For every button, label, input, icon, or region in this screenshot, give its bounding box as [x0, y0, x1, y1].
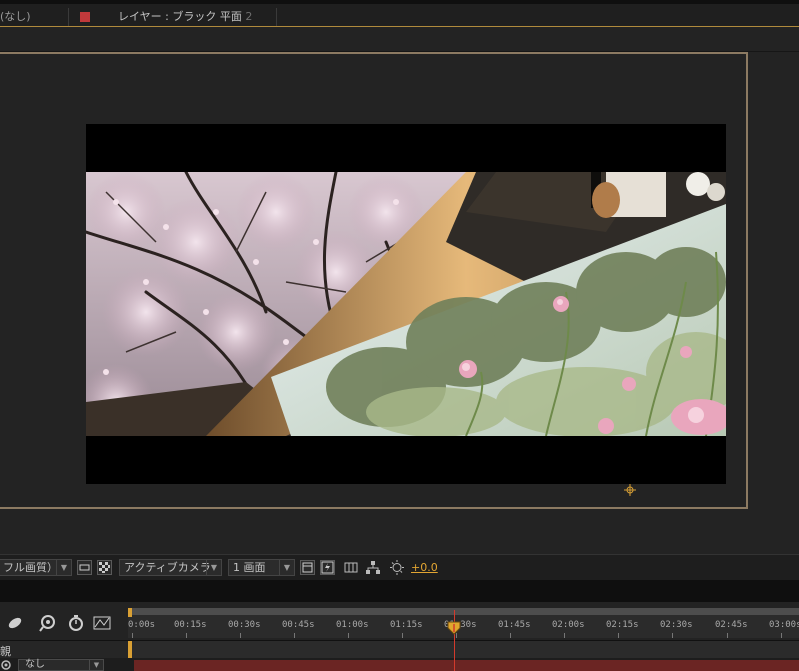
region-of-interest-icon[interactable]: [77, 560, 92, 575]
tick-mark: [727, 633, 728, 638]
timeline-track[interactable]: [128, 641, 799, 658]
app-window: (なし) レイヤー : ブラック 平面 2 フル画質） ▼ アクティブカメラ ▼…: [0, 0, 799, 671]
pixel-aspect-icon[interactable]: [300, 560, 315, 575]
tab-layer-number: 2: [245, 10, 253, 23]
pickwhip-icon[interactable]: [0, 659, 12, 671]
camera-dropdown[interactable]: アクティブカメラ ▼: [119, 559, 222, 576]
view-layout-dropdown[interactable]: 1 画面 ▼: [228, 559, 295, 576]
parent-value: なし: [25, 659, 45, 670]
chevron-down-icon: ▼: [56, 560, 71, 575]
flowchart-icon[interactable]: [365, 560, 381, 575]
layer-color-swatch: [80, 12, 90, 22]
chevron-down-icon: ▼: [89, 660, 103, 670]
tick-label: 02:15s: [606, 620, 639, 630]
tick-label: 03:00s: [769, 620, 799, 630]
composition-canvas[interactable]: [86, 124, 726, 484]
tick-mark: [672, 633, 673, 638]
tick-mark: [132, 633, 133, 638]
viewer-toolbar: フル画質） ▼ アクティブカメラ ▼ 1 画面 ▼ +0.0: [0, 554, 799, 580]
tick-mark: [781, 633, 782, 638]
tab-layer-label: レイヤー : ブラック 平面: [118, 10, 242, 23]
layer-duration-bar[interactable]: [134, 660, 799, 671]
transparency-grid-icon[interactable]: [97, 560, 112, 575]
tick-label: 00:45s: [282, 620, 315, 630]
tick-label: 01:00s: [336, 620, 369, 630]
stopwatch-icon[interactable]: [67, 614, 85, 632]
tick-mark: [240, 633, 241, 638]
work-area-start-handle[interactable]: [128, 608, 132, 617]
tick-label: 00:15s: [174, 620, 207, 630]
tab-divider: [276, 8, 277, 26]
tick-mark: [564, 633, 565, 638]
fast-previews-icon[interactable]: [320, 560, 335, 575]
chevron-down-icon: ▼: [279, 560, 294, 575]
draft-3d-icon[interactable]: [6, 614, 24, 632]
tick-label: 01:15s: [390, 620, 423, 630]
composition-image: [86, 172, 726, 436]
exposure-value[interactable]: +0.0: [411, 561, 438, 574]
timeline-toggle-icon[interactable]: [343, 560, 359, 575]
composition-viewer[interactable]: [0, 52, 799, 554]
resolution-dropdown[interactable]: フル画質） ▼: [0, 559, 72, 576]
tick-mark: [402, 633, 403, 638]
brainstorm-icon[interactable]: [39, 614, 57, 632]
tick-label: 0:00s: [128, 620, 156, 630]
playhead-line: [454, 610, 455, 671]
layer-column-header: 親: [0, 640, 799, 658]
chevron-down-icon: ▼: [206, 560, 221, 575]
tick-label: 00:30s: [228, 620, 261, 630]
tick-label: 02:30s: [660, 620, 693, 630]
tab-none[interactable]: (なし): [0, 8, 66, 26]
tick-label: 01:45s: [498, 620, 531, 630]
playhead-handle[interactable]: [447, 621, 461, 635]
tab-layer-black-solid[interactable]: レイヤー : ブラック 平面 2: [80, 8, 276, 26]
time-ruler[interactable]: 0:00s 00:15s 00:30s 00:45s 01:00s 01:15s…: [128, 608, 799, 638]
tick-label: 02:00s: [552, 620, 585, 630]
tab-divider: [68, 8, 69, 26]
layer-row[interactable]: なし ▼: [0, 658, 799, 671]
panel-divider: [0, 580, 799, 602]
graph-editor-icon[interactable]: [93, 614, 111, 632]
crosshair-icon: [624, 484, 636, 496]
camera-label: アクティブカメラ: [124, 561, 211, 574]
viewer-sub-bar: [0, 27, 799, 52]
view-layout-label: 1 画面: [233, 561, 266, 574]
tick-mark: [510, 633, 511, 638]
tick-mark: [294, 633, 295, 638]
parent-column-label: 親: [0, 645, 11, 658]
work-area-bar[interactable]: [128, 608, 799, 615]
resolution-label: フル画質）: [3, 561, 58, 574]
parent-dropdown[interactable]: なし ▼: [18, 659, 104, 671]
in-point-marker[interactable]: [128, 641, 132, 658]
tick-mark: [348, 633, 349, 638]
tick-mark: [618, 633, 619, 638]
reset-exposure-icon[interactable]: [389, 560, 405, 575]
tick-mark: [186, 633, 187, 638]
viewer-tab-bar: (なし) レイヤー : ブラック 平面 2: [0, 0, 799, 26]
tick-label: 02:45s: [715, 620, 748, 630]
